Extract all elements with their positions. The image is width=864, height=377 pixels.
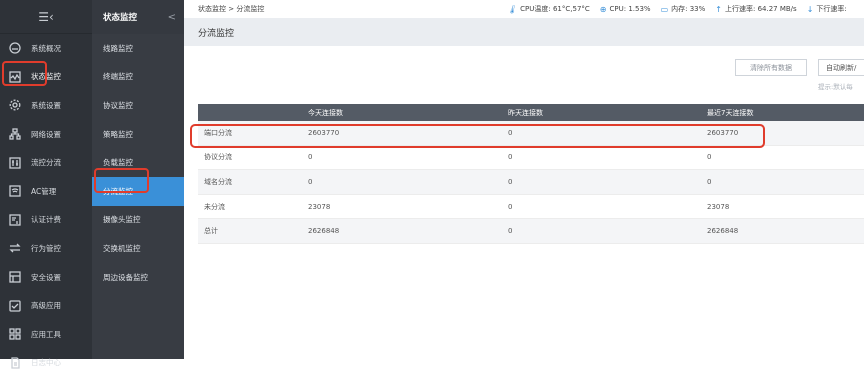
sidebar-item-label: 网络设置: [31, 129, 61, 139]
arrow-down-icon: ↓: [806, 4, 814, 14]
sidebar-item-advanced[interactable]: 高级应用: [0, 291, 92, 320]
header-cell-today: 今天连接数: [308, 108, 343, 117]
cpu-temperature-value: CPU温度: 61°C,57°C: [520, 5, 590, 13]
auth-icon: [8, 213, 22, 227]
sidebar-item-auth-billing[interactable]: 认证计费: [0, 206, 92, 235]
top-status-bar: 状态监控 > 分流监控 🌡 CPU温度: 61°C,57°C ⊕ CPU: 1.53…: [184, 0, 864, 18]
subnav-item-camera-monitor[interactable]: 摄像头监控: [92, 206, 184, 235]
check-icon: [8, 299, 22, 313]
breadcrumb: 状态监控 > 分流监控: [198, 5, 265, 13]
subnav-header: 状态监控 <: [92, 0, 184, 34]
dashboard-icon: [8, 41, 22, 55]
cell-yesterday: 0: [508, 177, 513, 186]
sidebar-item-label: AC管理: [31, 186, 57, 196]
cell-type: 未分流: [204, 202, 225, 211]
table-header: 今天连接数 昨天连接数 最近7天连接数: [198, 104, 864, 121]
cell-yesterday: 0: [508, 153, 513, 162]
page-title-bar: 分流监控: [184, 18, 864, 46]
arrows-icon: [8, 241, 22, 255]
cpu-usage-value: CPU: 1.53%: [609, 5, 651, 13]
sidebar-item-label: 安全设置: [31, 272, 61, 282]
table-row: 域名分流 0 0 0: [198, 170, 864, 195]
sidebar-item-label: 行为管控: [31, 243, 61, 253]
subnav-item-line-monitor[interactable]: 线路监控: [92, 34, 184, 63]
header-cell-yesterday: 昨天连接数: [508, 108, 543, 117]
cpu-usage: ⊕ CPU: 1.53%: [600, 5, 651, 14]
sidebar-item-label: 认证计费: [31, 215, 61, 225]
cell-today: 2626848: [308, 227, 340, 236]
cpu-temperature: 🌡 CPU温度: 61°C,57°C: [507, 4, 590, 14]
cell-today: 0: [308, 177, 313, 186]
menu-toggle-icon[interactable]: ☰‹: [0, 0, 92, 34]
cell-last7days: 23078: [707, 202, 730, 211]
sidebar-item-network[interactable]: 网络设置: [0, 120, 92, 149]
cell-type: 域名分流: [204, 177, 232, 186]
sidebar-item-log-center[interactable]: 日志中心: [0, 349, 92, 377]
download-rate-value: 下行速率:: [816, 5, 847, 13]
sidebar-item-label: 高级应用: [31, 301, 61, 311]
memory-usage-value: 内存: 33%: [671, 5, 706, 13]
table-row: 总计 2626848 0 2626848: [198, 219, 864, 244]
cell-type: 协议分流: [204, 153, 232, 162]
subnav-title: 状态监控: [103, 13, 138, 23]
thermometer-icon: 🌡: [507, 4, 518, 14]
tools-icon: [8, 327, 22, 341]
cell-yesterday: 0: [508, 227, 513, 236]
sidebar-item-app-tools[interactable]: 应用工具: [0, 320, 92, 349]
cell-last7days: 0: [707, 153, 712, 162]
cpu-icon: ⊕: [599, 4, 607, 14]
sidebar-item-system-settings[interactable]: 系统设置: [0, 91, 92, 120]
cell-last7days: 0: [707, 177, 712, 186]
cell-today: 23078: [308, 202, 331, 211]
sidebar-item-behavior-control[interactable]: 行为管控: [0, 234, 92, 263]
sidebar-highlight-box: [2, 61, 47, 86]
subnav-item-terminal-monitor[interactable]: 终端监控: [92, 63, 184, 92]
log-icon: [8, 356, 22, 370]
subnav-highlight-box: [94, 168, 149, 193]
memory-icon: ▭: [660, 4, 669, 14]
table-row: 未分流 23078 0 23078: [198, 195, 864, 220]
sidebar-item-label: 系统设置: [31, 100, 61, 110]
network-icon: [8, 127, 22, 141]
sidebar-item-label: 系统概况: [31, 43, 61, 53]
sidebar-item-flow-control[interactable]: 流控分流: [0, 148, 92, 177]
gear-icon: [8, 98, 22, 112]
header-cell-last7days: 最近7天连接数: [707, 108, 754, 117]
sidebar-item-label: 应用工具: [31, 329, 61, 339]
system-status: 🌡 CPU温度: 61°C,57°C ⊕ CPU: 1.53% ▭ 内存: 33% ↑…: [507, 4, 857, 14]
upload-rate: ↑ 上行速率: 64.27 MB/s: [715, 4, 796, 14]
cell-type: 总计: [204, 227, 218, 236]
sidebar-item-ac-management[interactable]: AC管理: [0, 177, 92, 206]
subnav-item-protocol-monitor[interactable]: 协议监控: [92, 91, 184, 120]
subnav-item-peripheral-monitor[interactable]: 周边设备监控: [92, 263, 184, 292]
cell-today: 0: [308, 153, 313, 162]
hint-text: 提示:默认每: [818, 83, 853, 91]
table-row: 协议分流 0 0 0: [198, 146, 864, 171]
arrow-up-icon: ↑: [715, 4, 722, 14]
sidebar-item-label: 流控分流: [31, 158, 61, 168]
cell-last7days: 2626848: [707, 227, 739, 236]
sidebar-item-overview[interactable]: 系统概况: [0, 34, 92, 63]
page-title: 分流监控: [198, 28, 235, 39]
upload-rate-value: 上行速率: 64.27 MB/s: [724, 5, 797, 13]
row-highlight-box: [190, 124, 765, 148]
memory-usage: ▭ 内存: 33%: [661, 4, 706, 14]
wifi-icon: [8, 184, 22, 198]
auto-refresh-button[interactable]: 自动刷新/: [818, 59, 864, 76]
sidebar-item-security[interactable]: 安全设置: [0, 263, 92, 292]
clear-all-data-button[interactable]: 清除所有数据: [735, 59, 807, 76]
cell-yesterday: 0: [508, 202, 513, 211]
flow-icon: [8, 156, 22, 170]
main-sidebar: ☰‹ 系统概况 状态监控 系统设置 网络设置 流控分流 AC管理 认证计费 行为…: [0, 0, 92, 369]
subnav-item-switch-monitor[interactable]: 交换机监控: [92, 234, 184, 263]
download-rate: ↓ 下行速率:: [807, 4, 847, 14]
shield-icon: [8, 270, 22, 284]
subnav-item-policy-monitor[interactable]: 策略监控: [92, 120, 184, 149]
collapse-chevron-icon[interactable]: <: [168, 12, 176, 23]
